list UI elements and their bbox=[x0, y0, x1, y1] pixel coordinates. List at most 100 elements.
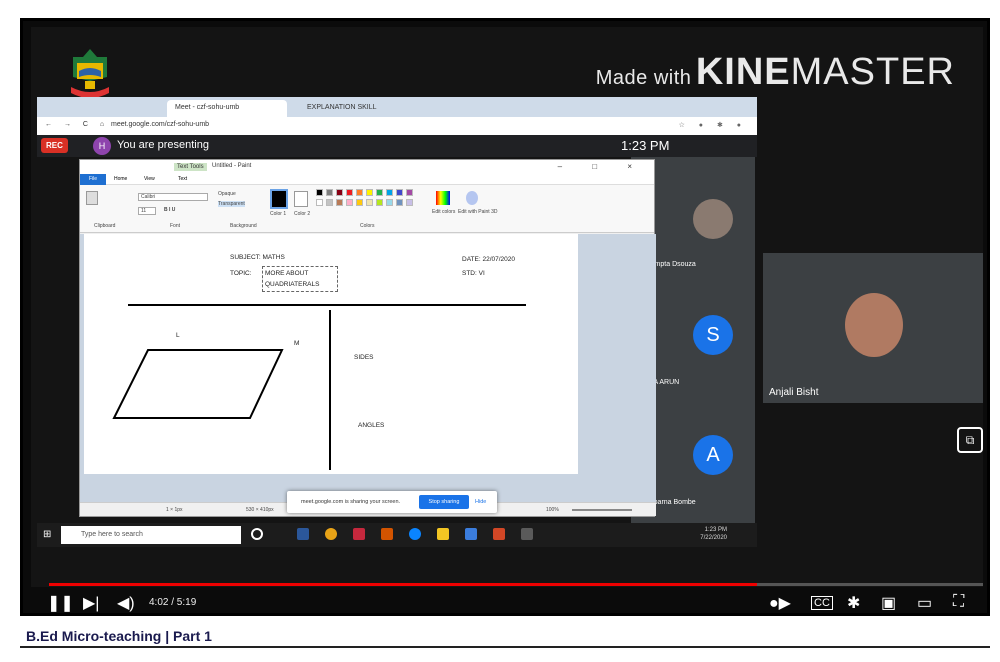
paint3d-label: Edit with Paint 3D bbox=[458, 209, 498, 215]
edge-icon[interactable] bbox=[409, 528, 421, 540]
explanation-tab-label: EXPLANATION SKILL bbox=[307, 104, 377, 111]
theater-mode-icon[interactable]: ▭ bbox=[917, 593, 932, 613]
parallelogram-shape bbox=[112, 349, 284, 419]
palette-swatch[interactable] bbox=[406, 199, 413, 206]
nav-buttons-icon[interactable]: ← → C ⌂ bbox=[45, 121, 109, 128]
kinemaster-watermark: Made with KINEMASTER bbox=[596, 51, 955, 94]
window-controls-icon[interactable]: – □ × bbox=[558, 162, 646, 171]
sharing-notification: meet.google.com is sharing your screen. … bbox=[287, 491, 497, 513]
store-icon[interactable] bbox=[437, 528, 449, 540]
palette-swatch[interactable] bbox=[336, 199, 343, 206]
app-icon[interactable] bbox=[353, 528, 365, 540]
palette-swatch[interactable] bbox=[356, 189, 363, 196]
tab-home[interactable]: Home bbox=[114, 176, 127, 182]
fullscreen-icon[interactable]: ⛶ bbox=[953, 593, 964, 611]
edit-colors-label: Edit colors bbox=[432, 209, 456, 215]
sharing-message: meet.google.com is sharing your screen. bbox=[301, 499, 401, 505]
hide-button[interactable]: Hide bbox=[475, 499, 486, 505]
miniplayer-icon[interactable]: ▣ bbox=[881, 593, 896, 613]
palette-swatch[interactable] bbox=[326, 189, 333, 196]
captions-icon[interactable]: CC bbox=[811, 596, 833, 610]
illustrator-icon[interactable] bbox=[381, 528, 393, 540]
palette-swatch[interactable] bbox=[376, 189, 383, 196]
canvas-angles: ANGLES bbox=[358, 422, 385, 429]
bg-transparent[interactable]: Transparent bbox=[218, 201, 245, 207]
palette-swatch[interactable] bbox=[366, 199, 373, 206]
participant-tile: Anjali Bisht bbox=[763, 253, 983, 403]
powerpoint-icon[interactable] bbox=[493, 528, 505, 540]
palette-swatch[interactable] bbox=[356, 199, 363, 206]
outlook-icon[interactable] bbox=[465, 528, 477, 540]
caption-underline bbox=[20, 646, 990, 648]
word-icon[interactable] bbox=[297, 528, 309, 540]
video-player[interactable]: Made with KINEMASTER Meet - czf-sohu-umb… bbox=[20, 18, 990, 616]
meet-time: 1:23 PM bbox=[621, 138, 670, 153]
windows-start-icon[interactable]: ⊞ bbox=[43, 529, 51, 540]
tab-file[interactable]: File bbox=[80, 174, 106, 185]
progress-bar[interactable] bbox=[49, 583, 983, 586]
participant-avatar-1 bbox=[693, 199, 733, 239]
settings-gear-icon[interactable]: ✱ bbox=[847, 593, 860, 613]
palette-swatch[interactable] bbox=[386, 189, 393, 196]
bg-opaque[interactable]: Opaque bbox=[218, 191, 236, 197]
cortana-icon[interactable] bbox=[251, 528, 263, 540]
color1-swatch[interactable] bbox=[270, 189, 288, 209]
chrome-icon[interactable] bbox=[325, 528, 337, 540]
text-tools-label: Text Tools bbox=[174, 163, 207, 171]
palette-swatch[interactable] bbox=[376, 199, 383, 206]
watermark-kine: KINE bbox=[695, 51, 791, 93]
color2-swatch[interactable] bbox=[294, 191, 308, 207]
browser-tab-meet[interactable]: Meet - czf-sohu-umb bbox=[167, 100, 287, 117]
group-background: Background bbox=[230, 223, 257, 229]
zoom-slider[interactable] bbox=[572, 509, 632, 511]
tab-view[interactable]: View bbox=[144, 176, 155, 182]
video-frame: Made with KINEMASTER Meet - czf-sohu-umb… bbox=[31, 27, 983, 587]
meet-tab-label: Meet - czf-sohu-umb bbox=[175, 104, 240, 111]
cast-icon[interactable]: ⧉ bbox=[957, 427, 983, 453]
taskbar-search[interactable]: Type here to search bbox=[61, 526, 241, 544]
palette-swatch[interactable] bbox=[316, 189, 323, 196]
palette-swatch[interactable] bbox=[406, 189, 413, 196]
paint-icon[interactable] bbox=[521, 528, 533, 540]
address-bar[interactable]: ← → C ⌂ meet.google.com/czf-sohu-umb ☆ ●… bbox=[37, 117, 757, 135]
playback-time: 4:02 / 5:19 bbox=[149, 597, 197, 608]
palette-swatch[interactable] bbox=[326, 199, 333, 206]
paste-icon[interactable] bbox=[86, 191, 98, 205]
tab-text[interactable]: Text bbox=[178, 176, 187, 182]
extension-icons[interactable]: ☆ ● ✱ ● bbox=[679, 121, 747, 129]
vertex-m: M bbox=[294, 340, 300, 347]
next-icon[interactable]: ▶| bbox=[83, 593, 99, 613]
palette-swatch[interactable] bbox=[346, 199, 353, 206]
palette-swatch[interactable] bbox=[396, 189, 403, 196]
url-text: meet.google.com/czf-sohu-umb bbox=[111, 121, 210, 128]
pause-icon[interactable]: ❚❚ bbox=[47, 593, 74, 613]
participant-avatar-3: A bbox=[693, 435, 733, 475]
autoplay-toggle-icon[interactable]: ●▶ bbox=[769, 593, 791, 613]
palette-swatch[interactable] bbox=[346, 189, 353, 196]
paint-ribbon-tabs: File Home View Text bbox=[80, 174, 654, 185]
font-name-select[interactable]: Calibri bbox=[138, 193, 208, 201]
paint-canvas[interactable]: SUBJECT: MATHS TOPIC: MORE ABOUT QUADRIA… bbox=[84, 234, 578, 474]
palette-swatch[interactable] bbox=[386, 199, 393, 206]
palette-swatch[interactable] bbox=[366, 189, 373, 196]
page: Made with KINEMASTER Meet - czf-sohu-umb… bbox=[0, 0, 1000, 662]
font-size-select[interactable]: 11 bbox=[138, 207, 156, 215]
paint3d-icon[interactable] bbox=[466, 191, 478, 205]
windows-taskbar: ⊞ Type here to search 1:23 PM 7/22/2020 bbox=[37, 523, 757, 547]
paint-title: Untitled - Paint bbox=[212, 163, 252, 169]
canvas-drawing bbox=[112, 304, 526, 470]
paint-window: Text Tools Untitled - Paint – □ × File H… bbox=[79, 159, 656, 517]
palette-swatch[interactable] bbox=[396, 199, 403, 206]
status-zoom: 100% bbox=[546, 507, 559, 513]
palette-swatch[interactable] bbox=[336, 189, 343, 196]
volume-icon[interactable]: ◀) bbox=[117, 593, 135, 613]
browser-tabbar: Meet - czf-sohu-umb EXPLANATION SKILL bbox=[37, 97, 757, 117]
palette-swatch[interactable] bbox=[316, 199, 323, 206]
browser-tab-explanation[interactable]: EXPLANATION SKILL bbox=[299, 100, 429, 117]
font-style-buttons[interactable]: B I U bbox=[164, 207, 175, 213]
stop-sharing-button[interactable]: Stop sharing bbox=[419, 495, 469, 509]
edit-colors-icon[interactable] bbox=[436, 191, 450, 205]
paint-titlebar: Text Tools Untitled - Paint – □ × bbox=[80, 160, 654, 174]
group-clipboard: Clipboard bbox=[94, 223, 116, 229]
browser-window: Meet - czf-sohu-umb EXPLANATION SKILL ← … bbox=[37, 97, 757, 157]
